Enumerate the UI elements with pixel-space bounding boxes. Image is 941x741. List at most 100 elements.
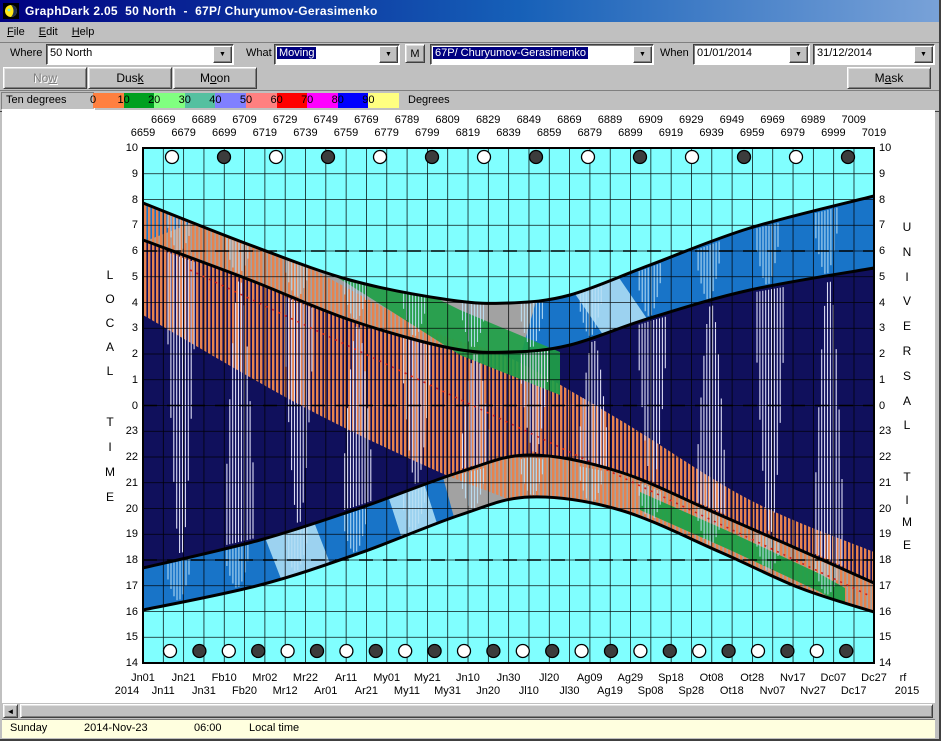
chevron-down-icon[interactable]: ▼ (633, 46, 652, 63)
chevron-down-icon[interactable]: ▼ (213, 46, 232, 63)
axis-label: 6709 (232, 114, 257, 126)
axis-label: Sp08 (637, 685, 664, 697)
axis-label: Jn10 (455, 672, 480, 684)
full-moon-icon (515, 643, 530, 659)
app-icon (3, 3, 19, 19)
menu-bar: File Edit Help (0, 22, 939, 43)
axis-label: Jn21 (171, 672, 196, 684)
chevron-down-icon[interactable]: ▼ (789, 46, 808, 63)
where-combobox[interactable]: 50 North ▼ (46, 44, 234, 65)
axis-label: E (902, 319, 911, 334)
axis-label: O (105, 292, 115, 306)
title-bar[interactable]: GraphDark 2.05 50 North - 67P/ Churyumov… (0, 0, 939, 22)
axis-label: Sp28 (678, 685, 705, 697)
legend-tick: 20 (148, 94, 161, 106)
full-moon-icon (633, 643, 648, 659)
horizontal-scrollbar[interactable]: ◄ (2, 703, 935, 719)
axis-label: 6849 (516, 114, 542, 126)
full-moon-icon (398, 643, 413, 659)
legend-tick: 0 (89, 94, 97, 106)
chevron-down-icon[interactable]: ▼ (914, 46, 933, 63)
axis-label: Nv17 (779, 672, 806, 684)
axis-label: 6929 (679, 114, 704, 126)
m-button-label: M (410, 47, 420, 60)
hour-label-right: 8 (879, 193, 886, 206)
date-from-combobox[interactable]: 01/01/2014 ▼ (693, 44, 810, 65)
new-moon-icon (251, 643, 266, 659)
axis-label: Fb10 (211, 672, 237, 684)
where-value: 50 North (50, 47, 93, 59)
axis-label: 6819 (455, 127, 481, 139)
menu-item-file[interactable]: File (0, 24, 32, 40)
axis-label: Ot08 (699, 672, 724, 684)
axis-label: Dc07 (820, 672, 847, 684)
axis-label: C (105, 316, 115, 330)
date-to-value: 31/12/2014 (817, 47, 873, 59)
menu-item-edit[interactable]: Edit (32, 24, 65, 40)
scrollbar-thumb[interactable] (20, 704, 933, 718)
status-day: Sunday (10, 722, 48, 734)
new-moon-icon (427, 643, 442, 659)
full-moon-icon (339, 643, 354, 659)
darkness-graph[interactable] (2, 110, 935, 703)
axis-label: 6949 (719, 114, 745, 126)
status-date: 2014-Nov-23 (84, 722, 148, 734)
menu-item-help[interactable]: Help (65, 24, 102, 40)
full-moon-icon (476, 149, 492, 165)
scroll-left-arrow-icon[interactable]: ◄ (3, 704, 18, 718)
axis-label: 6829 (475, 114, 501, 126)
full-moon-icon (580, 149, 596, 165)
hour-label-left: 20 (125, 502, 138, 515)
axis-label: 6719 (252, 127, 278, 139)
where-label: Where (10, 47, 43, 59)
axis-label: Jl10 (518, 685, 539, 697)
axis-label: 6679 (171, 127, 196, 139)
axis-label: V (902, 294, 911, 309)
legend-tick: 30 (178, 94, 191, 106)
axis-label: 6879 (577, 127, 602, 139)
now-button[interactable]: No w (3, 67, 87, 89)
axis-label: 6779 (374, 127, 399, 139)
chevron-down-icon[interactable]: ▼ (379, 46, 398, 63)
new-moon-icon (662, 643, 677, 659)
axis-label: L (106, 364, 114, 378)
axis-label: M (105, 465, 115, 479)
axis-label: 6939 (699, 127, 724, 139)
date-to-combobox[interactable]: 31/12/2014 ▼ (813, 44, 935, 65)
object-combobox[interactable]: 67P/ Churyumov-Gerasimenko ▼ (430, 44, 654, 65)
legend-tick: 50 (239, 94, 253, 106)
axis-label: Jn20 (476, 685, 501, 697)
new-moon-icon (721, 643, 736, 659)
axis-label: 6769 (354, 114, 379, 126)
full-moon-icon (692, 643, 707, 659)
axis-label: Mr02 (252, 672, 278, 684)
axis-label: 6919 (658, 127, 684, 139)
axis-label: 6739 (293, 127, 318, 139)
legend-tick: 70 (301, 94, 314, 106)
hour-label-right: 17 (879, 579, 892, 592)
axis-label: Ar11 (334, 672, 358, 684)
axis-label: 7009 (841, 114, 866, 126)
m-button[interactable]: M (405, 44, 425, 63)
full-moon-icon (750, 643, 766, 659)
axis-label: 6809 (435, 114, 460, 126)
axis-label: Ag29 (617, 672, 644, 684)
status-time: 06:00 (194, 722, 222, 734)
dusk-button[interactable]: Dus k (88, 67, 172, 89)
new-moon-icon (545, 643, 560, 659)
hour-label-left: 15 (125, 631, 138, 644)
axis-label: I (905, 492, 909, 507)
mask-button[interactable]: Ma sk (847, 67, 931, 89)
status-bar: Sunday 2014-Nov-23 06:00 Local time (2, 719, 935, 738)
axis-label: U (902, 220, 912, 234)
axis-label: Ot28 (740, 672, 765, 684)
hour-label-right: 16 (879, 605, 892, 618)
axis-label: 6889 (597, 114, 623, 126)
axis-label: Jn01 (131, 672, 155, 684)
axis-label: 6869 (557, 114, 582, 126)
axis-label: 6729 (272, 114, 298, 126)
moon-button[interactable]: Mo on (173, 67, 257, 89)
axis-label: 6699 (211, 127, 237, 139)
axis-label: T (106, 415, 114, 429)
what-combobox[interactable]: Moving ▼ (274, 44, 400, 65)
